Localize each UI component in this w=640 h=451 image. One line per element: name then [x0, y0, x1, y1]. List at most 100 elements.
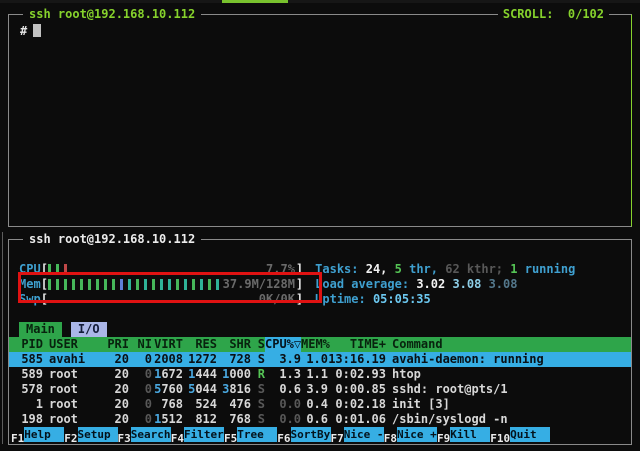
cell-time: 13:16.19 [328, 352, 386, 367]
fkey-f3-search[interactable]: F3Search [118, 427, 171, 446]
tab-main[interactable]: Main [19, 322, 62, 337]
meter-tick [88, 279, 91, 290]
meter-tick [56, 279, 59, 290]
fkey-f1-help[interactable]: F1Help [11, 427, 64, 446]
htop-app: CPU[7.7%]Tasks: 24, 5 thr, 62 kthr; 1 ru… [9, 240, 631, 443]
swp-meter-value: 0K/0K [259, 292, 295, 307]
cell-virt: 1512 [152, 412, 183, 427]
column-header-res[interactable]: RES [183, 337, 217, 352]
column-header-pid[interactable]: PID [9, 337, 43, 352]
cell-pid: 589 [9, 367, 43, 382]
column-header-ni[interactable]: NI [129, 337, 152, 352]
cell-mem: 1.1 [301, 367, 328, 382]
cpu-meter-label: CPU [19, 262, 41, 277]
meter-tick [48, 279, 51, 290]
fkey-f2-setup[interactable]: F2Setup [64, 427, 117, 446]
fkey-f6-sortby[interactable]: F6SortBy [277, 427, 330, 446]
column-header-pri[interactable]: PRI [105, 337, 129, 352]
cell-pri: 20 [105, 367, 129, 382]
cell-ni: 0 [129, 382, 152, 397]
fkey-label: Quit [510, 427, 550, 442]
cell-s: S [251, 382, 265, 397]
cell-cpu: 0.6 [265, 382, 301, 397]
column-header-shr[interactable]: SHR [217, 337, 251, 352]
meter-tick [144, 279, 147, 290]
fkey-f7-nice[interactable]: F7Nice - [331, 427, 384, 446]
cell-time: 0:02.18 [328, 397, 386, 412]
column-header-mem[interactable]: MEM% [301, 337, 328, 352]
load-average: Load average: 3.02 3.08 3.08 [315, 277, 517, 292]
fkey-key: F9 [437, 432, 450, 445]
cell-ni: 0 [129, 397, 152, 412]
cell-virt: 2008 [152, 352, 183, 367]
meter-tick [200, 279, 203, 290]
cell-shr: 476 [217, 397, 251, 412]
meter-tick [48, 264, 51, 275]
column-header-user[interactable]: USER [49, 337, 105, 352]
fkey-key: F2 [64, 432, 77, 445]
fkey-f5-tree[interactable]: F5Tree [224, 427, 277, 446]
fkey-f9-kill[interactable]: F9Kill [437, 427, 490, 446]
mem-meter: Mem[37.9M/128M]Load average: 3.02 3.08 3… [19, 277, 631, 292]
ssh-pane-top: ssh root@192.168.10.112 SCROLL: 0/102 # [8, 14, 632, 227]
meter-tick [112, 279, 115, 290]
cell-user: root [49, 382, 105, 397]
cell-pid: 198 [9, 412, 43, 427]
cpu-meter: CPU[7.7%]Tasks: 24, 5 thr, 62 kthr; 1 ru… [19, 262, 631, 277]
text-cursor [33, 24, 41, 37]
cell-virt: 1672 [152, 367, 183, 382]
cell-virt: 768 [152, 397, 183, 412]
meter-tick [192, 279, 195, 290]
process-row[interactable]: 578root200576050443816S0.63.90:00.85sshd… [9, 382, 631, 397]
column-header-time[interactable]: TIME+ [328, 337, 386, 352]
column-header-virt[interactable]: VIRT [152, 337, 183, 352]
fkey-key: F4 [171, 432, 184, 445]
function-key-bar: F1HelpF2SetupF3SearchF4FilterF5TreeF6Sor… [11, 427, 631, 443]
meter-tick [184, 279, 187, 290]
cell-command: /sbin/syslogd -n [392, 412, 631, 427]
cell-s: R [251, 367, 265, 382]
column-header-s[interactable]: S [251, 337, 265, 352]
process-row[interactable]: 198root2001512812768S0.00.60:01.06/sbin/… [9, 412, 631, 427]
cell-command: avahi-daemon: running [392, 352, 631, 367]
process-row[interactable]: 589root200167214441000R1.31.10:02.93htop [9, 367, 631, 382]
fkey-f8-nice[interactable]: F8Nice + [384, 427, 437, 446]
process-table: 585avahi20020081272728S3.91.013:16.19ava… [9, 352, 631, 427]
process-row[interactable]: 585avahi20020081272728S3.91.013:16.19ava… [9, 352, 631, 367]
cell-pid: 1 [9, 397, 43, 412]
cell-mem: 0.6 [301, 412, 328, 427]
meter-tick [72, 279, 75, 290]
fkey-label: Kill [450, 427, 490, 442]
meter-tick [160, 279, 163, 290]
fkey-label: Search [131, 427, 171, 442]
cell-ni: 0 [129, 412, 152, 427]
fkey-f10-quit[interactable]: F10Quit [490, 427, 550, 446]
cell-mem: 0.4 [301, 397, 328, 412]
meter-tick [120, 279, 123, 290]
fkey-f4-filter[interactable]: F4Filter [171, 427, 224, 446]
meter-tick [64, 264, 67, 275]
cell-pid: 585 [9, 352, 43, 367]
fkey-key: F5 [224, 432, 237, 445]
cell-pid: 578 [9, 382, 43, 397]
meter-tick [104, 279, 107, 290]
meter-tick [152, 279, 155, 290]
shell-prompt: # [20, 24, 27, 38]
swp-meter-label: Swp [19, 292, 41, 307]
cell-res: 812 [183, 412, 217, 427]
top-strip [0, 0, 640, 3]
uptime: Uptime: 05:05:35 [315, 292, 431, 307]
meter-area: CPU[7.7%]Tasks: 24, 5 thr, 62 kthr; 1 ru… [9, 262, 631, 307]
column-header-cpu[interactable]: CPU%▽ [265, 337, 301, 352]
pane-title: ssh root@192.168.10.112 [23, 232, 201, 247]
cell-command: htop [392, 367, 631, 382]
cell-shr: 3816 [217, 382, 251, 397]
fkey-key: F3 [118, 432, 131, 445]
fkey-label: Filter [184, 427, 224, 442]
cell-ni: 0 [129, 367, 152, 382]
meter-tick [128, 279, 131, 290]
fkey-key: F10 [490, 432, 510, 445]
column-header-command[interactable]: Command [392, 337, 631, 352]
tab-io[interactable]: I/O [71, 322, 107, 337]
process-row[interactable]: 1root200768524476S0.00.40:02.18init [3] [9, 397, 631, 412]
